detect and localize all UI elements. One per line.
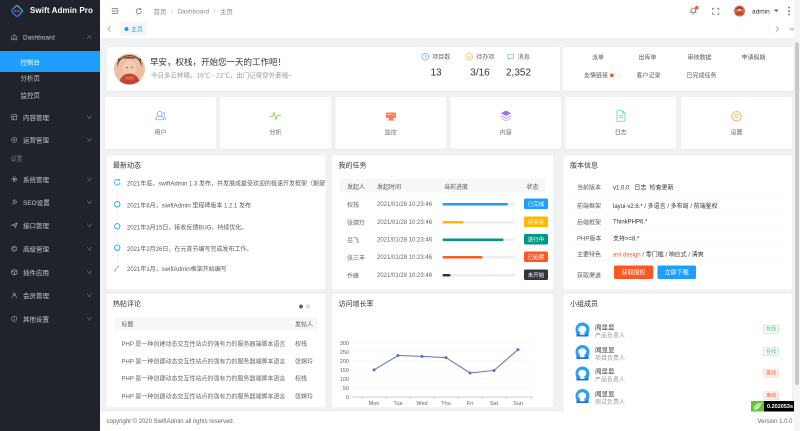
svg-text:Thu: Thu [441, 401, 450, 407]
svg-text:Sun: Sun [513, 401, 523, 407]
svg-text:0: 0 [346, 395, 349, 401]
svg-text:Fri: Fri [467, 401, 473, 407]
svg-text:Wed: Wed [416, 401, 427, 407]
svg-text:250: 250 [340, 350, 349, 356]
svg-text:100: 100 [340, 377, 349, 383]
svg-text:300: 300 [340, 341, 349, 347]
svg-text:200: 200 [340, 359, 349, 365]
svg-text:Sat: Sat [490, 401, 499, 407]
svg-text:50: 50 [343, 386, 349, 392]
svg-text:150: 150 [340, 368, 349, 374]
svg-text:Mon: Mon [369, 401, 380, 407]
svg-text:Tue: Tue [393, 401, 402, 407]
